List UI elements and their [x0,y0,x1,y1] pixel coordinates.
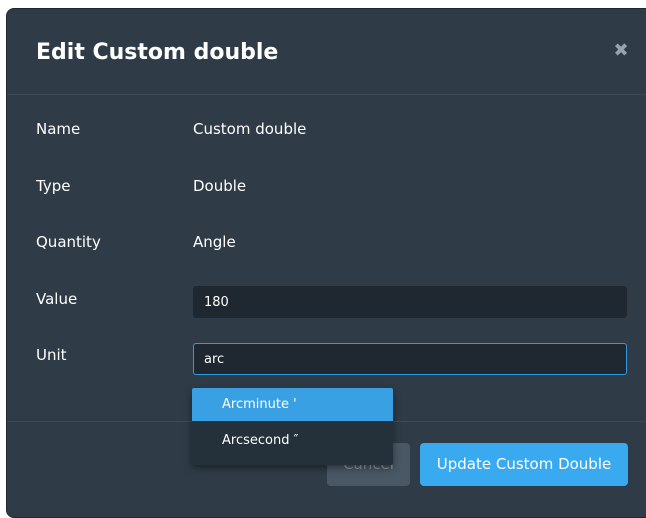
unit-label: Unit [36,346,67,364]
quantity-value: Angle [193,233,236,251]
type-value: Double [193,177,247,195]
update-custom-double-button[interactable]: Update Custom Double [420,443,628,486]
dialog-title: Edit Custom double [36,40,279,65]
name-value: Custom double [193,120,307,138]
close-icon[interactable]: ✖ [609,39,633,63]
suggestion-arcsecond[interactable]: Arcsecond ″ [192,424,393,457]
value-input[interactable] [193,286,627,318]
dialog-header: Edit Custom double [7,9,646,95]
type-label: Type [36,177,71,195]
value-label: Value [36,290,78,308]
quantity-label: Quantity [36,233,101,251]
name-label: Name [36,120,81,138]
unit-input[interactable] [193,343,627,375]
suggestion-arcminute[interactable]: Arcminute ' [192,388,393,421]
unit-suggestions-dropdown: Arcminute ' Arcsecond ″ [192,388,393,465]
